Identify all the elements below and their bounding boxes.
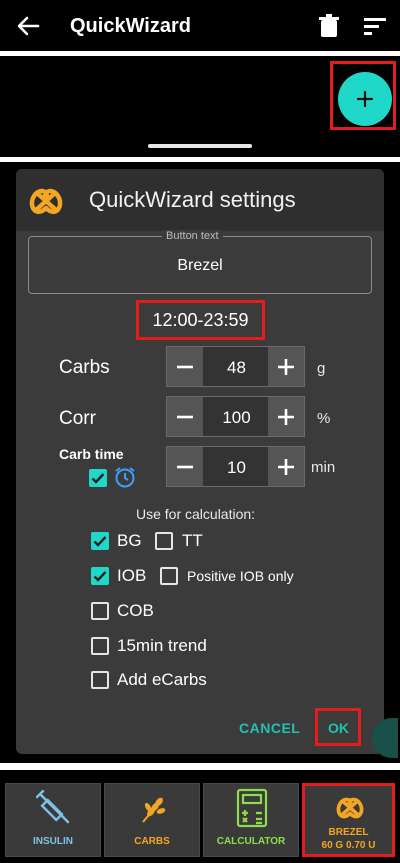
iob-label: IOB xyxy=(117,566,147,585)
carbs-label-bottom: CARBS xyxy=(134,836,170,847)
ecarbs-checkbox[interactable] xyxy=(91,671,109,689)
trend-checkbox[interactable] xyxy=(91,637,109,655)
tt-label: TT xyxy=(182,531,203,550)
iob-checkbox[interactable] xyxy=(91,567,109,585)
positive-iob-label: Positive IOB only xyxy=(187,568,294,584)
trash-icon[interactable] xyxy=(318,14,340,38)
check-icon xyxy=(91,473,105,484)
corr-unit: % xyxy=(317,410,331,427)
carbs-label: Carbs xyxy=(59,357,110,378)
calculator-icon xyxy=(236,788,268,828)
use-for-calculation-label: Use for calculation: xyxy=(136,506,256,522)
divider xyxy=(0,51,400,56)
corr-increment-button[interactable] xyxy=(268,397,304,436)
calculator-button[interactable]: CALCULATOR xyxy=(203,783,299,857)
alarm-clock-icon xyxy=(113,465,137,489)
brezel-label: BREZEL xyxy=(328,827,369,838)
app-bar xyxy=(0,0,400,54)
bg-label: BG xyxy=(117,531,142,550)
corr-label: Corr xyxy=(59,408,96,429)
syringe-icon xyxy=(36,790,70,824)
cob-label: COB xyxy=(117,601,154,620)
cancel-button[interactable]: CANCEL xyxy=(239,720,300,736)
check-icon xyxy=(93,536,107,547)
divider xyxy=(0,763,400,770)
dialog-title: QuickWizard settings xyxy=(89,187,296,212)
app-title: QuickWizard xyxy=(70,15,191,37)
carb-time-unit: min xyxy=(311,459,336,476)
insulin-button[interactable]: INSULIN xyxy=(5,783,101,857)
corr-stepper: 100 xyxy=(166,396,305,437)
drag-handle[interactable] xyxy=(148,144,252,148)
carb-time-checkbox[interactable] xyxy=(89,469,107,487)
carbs-unit: g xyxy=(317,360,326,377)
ecarbs-label: Add eCarbs xyxy=(117,670,207,689)
brezel-detail: 60 G 0.70 U xyxy=(321,840,376,851)
plus-icon xyxy=(356,90,374,108)
back-arrow-icon[interactable] xyxy=(14,12,42,40)
check-icon xyxy=(93,571,107,582)
tt-checkbox[interactable] xyxy=(155,532,173,550)
positive-iob-checkbox[interactable] xyxy=(160,567,178,585)
button-text-label: Button text xyxy=(162,230,223,242)
button-text-value[interactable]: Brezel xyxy=(28,257,372,275)
pretzel-icon xyxy=(336,797,364,819)
cob-checkbox[interactable] xyxy=(91,602,109,620)
carbs-increment-button[interactable] xyxy=(268,347,304,386)
carb-time-increment-button[interactable] xyxy=(268,447,304,486)
bg-checkbox[interactable] xyxy=(91,532,109,550)
carbs-button[interactable]: CARBS xyxy=(104,783,200,857)
calculator-label: CALCULATOR xyxy=(216,836,286,847)
time-range[interactable]: 12:00-23:59 xyxy=(136,310,265,331)
add-button[interactable] xyxy=(338,72,392,126)
sort-icon[interactable] xyxy=(364,16,388,36)
trend-label: 15min trend xyxy=(117,636,207,655)
carb-time-stepper: 10 xyxy=(166,446,305,487)
insulin-label: INSULIN xyxy=(33,836,73,847)
pretzel-icon xyxy=(26,182,66,216)
divider xyxy=(0,157,400,162)
wheat-icon xyxy=(142,797,166,823)
brezel-quickwizard-button[interactable]: BREZEL 60 G 0.70 U xyxy=(302,783,395,857)
ok-button[interactable]: OK xyxy=(328,720,349,736)
carb-time-label: Carb time xyxy=(59,446,124,462)
carbs-stepper: 48 xyxy=(166,346,305,387)
